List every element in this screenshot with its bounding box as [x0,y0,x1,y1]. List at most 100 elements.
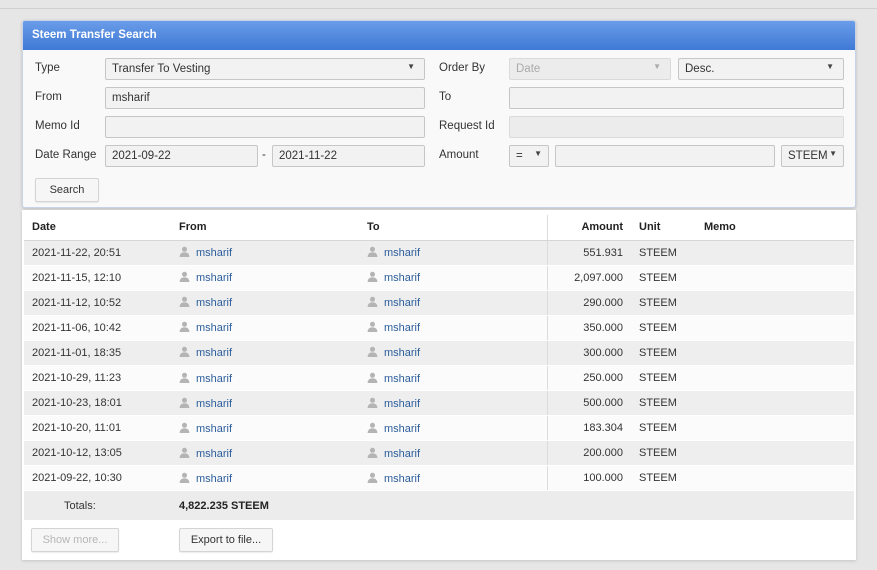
user-icon [179,422,190,433]
panel-title: Steem Transfer Search [23,21,855,50]
row-amount: 2,097.000 [547,265,631,291]
row-to-cell: msharif [359,365,548,392]
from-user-link[interactable]: msharif [196,247,232,259]
table-row: 2021-10-20, 11:01 msharif msharif 183.304 ST… [24,415,854,442]
show-more-button[interactable]: Show more... [31,528,119,552]
memo-id-input[interactable] [105,116,425,138]
from-user-link[interactable]: msharif [196,398,232,410]
order-by-select[interactable]: Date ▼ [509,58,671,80]
column-header-to[interactable]: To [359,215,548,241]
row-date: 2021-11-22, 20:51 [24,240,171,266]
order-by-value: Date [516,63,541,75]
user-icon [367,472,378,483]
user-icon [367,296,378,308]
from-user-link[interactable]: msharif [196,297,232,309]
row-date: 2021-11-15, 12:10 [24,265,171,291]
table-row: 2021-11-15, 12:10 msharif msharif 2,097.000… [24,265,854,291]
column-header-from[interactable]: From [171,215,359,241]
user-icon [179,346,190,358]
order-by-label: Order By [439,62,486,74]
row-to-cell: msharif [359,465,548,492]
table-row: 2021-10-12, 13:05 msharif msharif 200.000 ST… [24,440,854,467]
user-icon [179,397,190,408]
column-header-amount[interactable]: Amount [547,215,631,241]
row-date: 2021-10-29, 11:23 [24,365,171,392]
request-id-input[interactable] [509,116,844,138]
row-memo [696,440,854,467]
amount-input[interactable] [555,145,775,167]
from-user-link[interactable]: msharif [196,423,232,435]
user-icon [367,422,378,433]
row-to-cell: msharif [359,390,548,417]
chevron-down-icon: ▼ [653,62,661,71]
row-unit: STEEM [631,365,696,392]
row-memo [696,390,854,417]
user-icon [179,246,190,258]
row-date: 2021-10-20, 11:01 [24,415,171,442]
row-date: 2021-11-01, 18:35 [24,340,171,366]
from-user-link[interactable]: msharif [196,373,232,385]
from-user-link[interactable]: msharif [196,347,232,359]
row-from-cell: msharif [171,240,359,266]
row-memo [696,265,854,291]
user-icon [367,246,378,258]
user-icon [367,271,378,283]
totals-label: Totals: [24,490,171,522]
row-date: 2021-10-12, 13:05 [24,440,171,467]
to-user-link[interactable]: msharif [384,473,420,485]
user-icon [179,271,190,283]
from-user-link[interactable]: msharif [196,448,232,460]
search-button[interactable]: Search [35,178,99,202]
to-user-link[interactable]: msharif [384,247,420,259]
user-icon [367,372,378,383]
amount-operator-select[interactable]: = ▼ [509,145,549,167]
to-input[interactable] [509,87,844,109]
row-unit: STEEM [631,390,696,417]
top-divider [0,8,877,9]
type-label: Type [35,62,60,74]
table-row: 2021-11-12, 10:52 msharif msharif 290.000 ST… [24,290,854,316]
column-header-date[interactable]: Date [24,215,171,241]
export-button[interactable]: Export to file... [179,528,273,552]
row-unit: STEEM [631,415,696,442]
row-to-cell: msharif [359,315,548,341]
table-header-row: Date From To Amount Unit Memo [24,215,854,241]
order-direction-select[interactable]: Desc. ▼ [678,58,844,80]
table-row: 2021-10-23, 18:01 msharif msharif 500.000 ST… [24,390,854,417]
row-amount: 250.000 [547,365,631,392]
table-row: 2021-10-29, 11:23 msharif msharif 250.000 ST… [24,365,854,392]
to-user-link[interactable]: msharif [384,347,420,359]
to-user-link[interactable]: msharif [384,423,420,435]
amount-unit-select[interactable]: STEEM ▼ [781,145,844,167]
row-memo [696,315,854,341]
row-to-cell: msharif [359,340,548,366]
row-memo [696,240,854,266]
totals-value: 4,822.235 STEEM [171,490,547,522]
to-user-link[interactable]: msharif [384,297,420,309]
type-select[interactable]: Transfer To Vesting ▼ [105,58,425,80]
from-user-link[interactable]: msharif [196,473,232,485]
user-icon [179,296,190,308]
table-row: 2021-11-22, 20:51 msharif msharif 551.931 ST… [24,240,854,266]
table-row: 2021-11-06, 10:42 msharif msharif 350.000 ST… [24,315,854,341]
date-to-input[interactable]: 2021-11-22 [272,145,425,167]
amount-operator-value: = [516,150,523,162]
to-user-link[interactable]: msharif [384,373,420,385]
user-icon [179,472,190,483]
from-input[interactable]: msharif [105,87,425,109]
row-unit: STEEM [631,240,696,266]
from-user-link[interactable]: msharif [196,322,232,334]
date-from-input[interactable]: 2021-09-22 [105,145,258,167]
row-from-cell: msharif [171,315,359,341]
to-user-link[interactable]: msharif [384,448,420,460]
to-user-link[interactable]: msharif [384,272,420,284]
column-header-memo[interactable]: Memo [696,215,854,241]
row-unit: STEEM [631,340,696,366]
row-memo [696,340,854,366]
to-user-link[interactable]: msharif [384,398,420,410]
user-icon [367,321,378,333]
to-user-link[interactable]: msharif [384,322,420,334]
from-user-link[interactable]: msharif [196,272,232,284]
column-header-unit[interactable]: Unit [631,215,696,241]
row-unit: STEEM [631,265,696,291]
